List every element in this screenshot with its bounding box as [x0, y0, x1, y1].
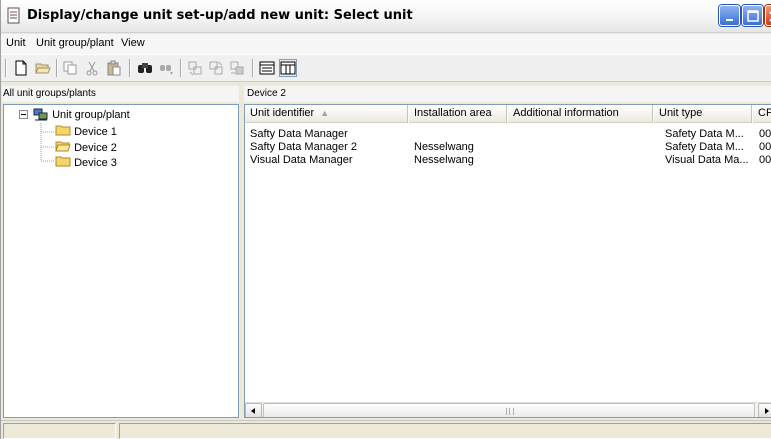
scrollbar-grip [506, 408, 514, 415]
toolbar-separator [129, 59, 131, 77]
open-icon[interactable] [35, 60, 51, 76]
toolbar-separator [56, 59, 58, 77]
column-header-label: Installation area [414, 107, 492, 119]
cell-cpu: 00 [759, 141, 771, 153]
close-button[interactable] [765, 5, 771, 26]
menu-bar: Unit Unit group/plant View [1, 34, 771, 54]
toolbar [1, 54, 771, 82]
column-header-cpu[interactable]: CPU [753, 105, 771, 123]
find-next-icon[interactable] [158, 60, 174, 76]
status-panel-main [119, 423, 771, 439]
column-header-label: Additional information [513, 107, 619, 119]
list-view-icon[interactable] [279, 59, 297, 77]
cell-cpu: 00 [759, 154, 771, 166]
cell-unit-identifier: Safty Data Manager [250, 128, 348, 140]
network-plant-icon [33, 108, 48, 121]
scroll-right-button[interactable] [758, 403, 771, 417]
status-bar [1, 420, 771, 439]
folder-open-icon [55, 141, 71, 152]
folder-icon [55, 125, 71, 136]
unit-2-icon[interactable] [208, 60, 224, 76]
minimize-icon [726, 19, 733, 21]
tree-collapse-button[interactable] [19, 110, 28, 119]
column-header-label: Unit identifier [250, 107, 315, 119]
cell-unit-type: Safety Data M... [665, 128, 744, 140]
minimize-button[interactable] [719, 5, 740, 26]
column-header-additional-information[interactable]: Additional information [508, 105, 653, 123]
maximize-button[interactable] [742, 5, 763, 26]
status-panel-left [3, 423, 116, 439]
tree-item-root-label: Unit group/plant [52, 109, 130, 121]
arrow-left-icon [251, 408, 255, 414]
column-header-label: Unit type [659, 107, 703, 119]
cell-unit-type: Safety Data M... [665, 141, 744, 153]
toolbar-grip [5, 59, 7, 77]
tree-item-root[interactable]: Unit group/plant [33, 108, 130, 122]
cell-unit-identifier: Safty Data Manager 2 [250, 141, 358, 153]
tree-item-label: Device 1 [74, 126, 117, 138]
column-header-unit-type[interactable]: Unit type [654, 105, 752, 123]
tree-item-label: Device 2 [74, 142, 117, 154]
cut-icon[interactable] [84, 60, 100, 76]
unit-1-icon[interactable] [187, 60, 203, 76]
tree-item-device-2[interactable]: Device 2 [55, 140, 117, 154]
app-window: Display/change unit set-up/add new unit:… [0, 0, 771, 439]
unit-group-tree: Unit group/plant Device 1 Device 2 Devic… [3, 104, 239, 418]
paste-icon[interactable] [106, 60, 122, 76]
unit-list: Unit identifier ▲ Installation area Addit… [244, 104, 771, 418]
column-header-label: CPU [758, 107, 771, 119]
scrollbar-thumb[interactable] [263, 403, 755, 417]
unit-3-icon[interactable] [229, 60, 245, 76]
close-icon [769, 11, 771, 22]
tree-item-device-3[interactable]: Device 3 [55, 155, 117, 169]
tree-item-label: Device 3 [74, 157, 117, 169]
arrow-right-icon [765, 408, 769, 414]
menu-unit[interactable]: Unit [6, 37, 26, 49]
toolbar-separator [252, 59, 254, 77]
column-header-row: Unit identifier ▲ Installation area Addit… [245, 105, 771, 123]
scroll-left-button[interactable] [245, 403, 262, 417]
new-icon[interactable] [13, 60, 29, 76]
find-icon[interactable] [137, 60, 153, 76]
cell-unit-identifier: Visual Data Manager [250, 154, 353, 166]
column-header-installation-area[interactable]: Installation area [409, 105, 507, 123]
menu-unit-group-plant[interactable]: Unit group/plant [36, 37, 114, 49]
horizontal-scrollbar[interactable] [245, 402, 771, 417]
cell-installation-area: Nesselwang [414, 154, 474, 166]
folder-icon [55, 156, 71, 167]
column-header-unit-identifier[interactable]: Unit identifier ▲ [245, 105, 408, 123]
maximize-icon [747, 10, 759, 22]
copy-icon[interactable] [62, 60, 78, 76]
cell-unit-type: Visual Data Ma... [665, 154, 749, 166]
cell-installation-area: Nesselwang [414, 141, 474, 153]
cell-cpu: 00 [759, 128, 771, 140]
tree-item-device-1[interactable]: Device 1 [55, 124, 117, 138]
window-title: Display/change unit set-up/add new unit:… [27, 8, 413, 23]
right-panel-header: Device 2 [244, 86, 771, 102]
sort-ascending-icon: ▲ [320, 108, 330, 118]
toolbar-separator [180, 59, 182, 77]
left-panel-header: All unit groups/plants [2, 86, 239, 102]
menu-view[interactable]: View [121, 37, 145, 49]
details-view-icon[interactable] [259, 60, 275, 76]
app-icon [7, 7, 20, 24]
title-bar[interactable]: Display/change unit set-up/add new unit:… [1, 0, 771, 33]
